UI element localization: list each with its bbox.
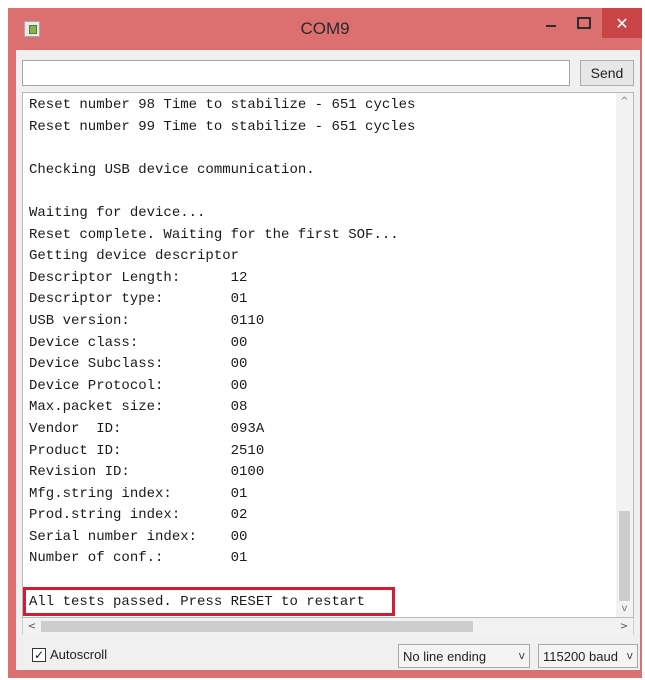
serial-monitor-window: COM9 ✕ Send Reset number 98 Time to stab…	[8, 8, 642, 678]
output-line: Checking USB device communication.	[29, 161, 315, 178]
minimize-icon	[546, 25, 556, 27]
line-ending-select[interactable]: No line ending v	[398, 644, 530, 668]
output-line: Waiting for device...	[29, 204, 206, 221]
output-line: USB version: 0110	[29, 312, 265, 329]
output-line: Reset number 98 Time to stabilize - 651 …	[29, 97, 416, 113]
output-line: Serial number index: 00	[29, 528, 248, 545]
chevron-down-icon: v	[518, 649, 525, 662]
output-line: All tests passed. Press RESET to restart	[29, 593, 366, 610]
output-line: Descriptor Length: 12	[29, 269, 248, 286]
maximize-button[interactable]	[568, 8, 600, 38]
check-icon: ✓	[33, 647, 45, 662]
send-button[interactable]: Send	[580, 60, 634, 86]
output-line: Revision ID: 0100	[29, 464, 265, 481]
title-bar[interactable]: COM9 ✕	[8, 8, 642, 50]
send-input[interactable]	[22, 60, 570, 86]
scroll-left-icon[interactable]: <	[25, 618, 39, 635]
line-ending-value: No line ending	[403, 648, 487, 664]
serial-output[interactable]: Reset number 98 Time to stabilize - 651 …	[22, 92, 634, 618]
window-client-area: Send Reset number 98 Time to stabilize -…	[16, 50, 640, 670]
output-line: Reset complete. Waiting for the first SO…	[29, 226, 399, 243]
output-line: Product ID: 2510	[29, 442, 265, 459]
scroll-up-icon[interactable]: ^	[616, 93, 633, 110]
output-line: Prod.string index: 02	[29, 507, 248, 524]
output-line: Device class: 00	[29, 334, 248, 351]
horizontal-scrollbar[interactable]: < >	[22, 618, 634, 635]
output-lines: Reset number 98 Time to stabilize - 651 …	[29, 95, 619, 613]
close-button[interactable]: ✕	[602, 8, 642, 38]
autoscroll-toggle[interactable]: ✓ Autoscroll	[32, 647, 107, 662]
output-line: Descriptor type: 01	[29, 291, 248, 308]
output-line: Device Subclass: 00	[29, 356, 248, 373]
maximize-icon	[577, 17, 591, 29]
baud-rate-value: 115200 baud	[543, 648, 618, 664]
autoscroll-label: Autoscroll	[50, 647, 108, 662]
autoscroll-checkbox[interactable]: ✓	[32, 647, 46, 662]
status-bar: ✓ Autoscroll No line ending v 115200 bau…	[16, 642, 640, 670]
scroll-right-icon[interactable]: >	[617, 618, 631, 635]
minimize-button[interactable]	[535, 8, 567, 38]
output-line: Device Protocol: 00	[29, 377, 248, 394]
output-line: Mfg.string index: 01	[29, 485, 248, 502]
close-icon: ✕	[615, 13, 629, 33]
baud-rate-select[interactable]: 115200 baud v	[538, 644, 638, 668]
horizontal-scroll-thumb[interactable]	[41, 621, 473, 632]
output-line: Number of conf.: 01	[29, 550, 248, 567]
chevron-down-icon: v	[626, 649, 633, 662]
vertical-scrollbar[interactable]: ^ v	[616, 93, 633, 617]
output-line: Reset number 99 Time to stabilize - 651 …	[29, 118, 416, 135]
output-line: Max.packet size: 08	[29, 399, 248, 416]
output-line: Getting device descriptor	[29, 248, 240, 265]
vertical-scroll-thumb[interactable]	[619, 511, 630, 601]
output-line: Vendor ID: 093A	[29, 420, 265, 437]
scroll-down-icon[interactable]: v	[616, 600, 633, 617]
